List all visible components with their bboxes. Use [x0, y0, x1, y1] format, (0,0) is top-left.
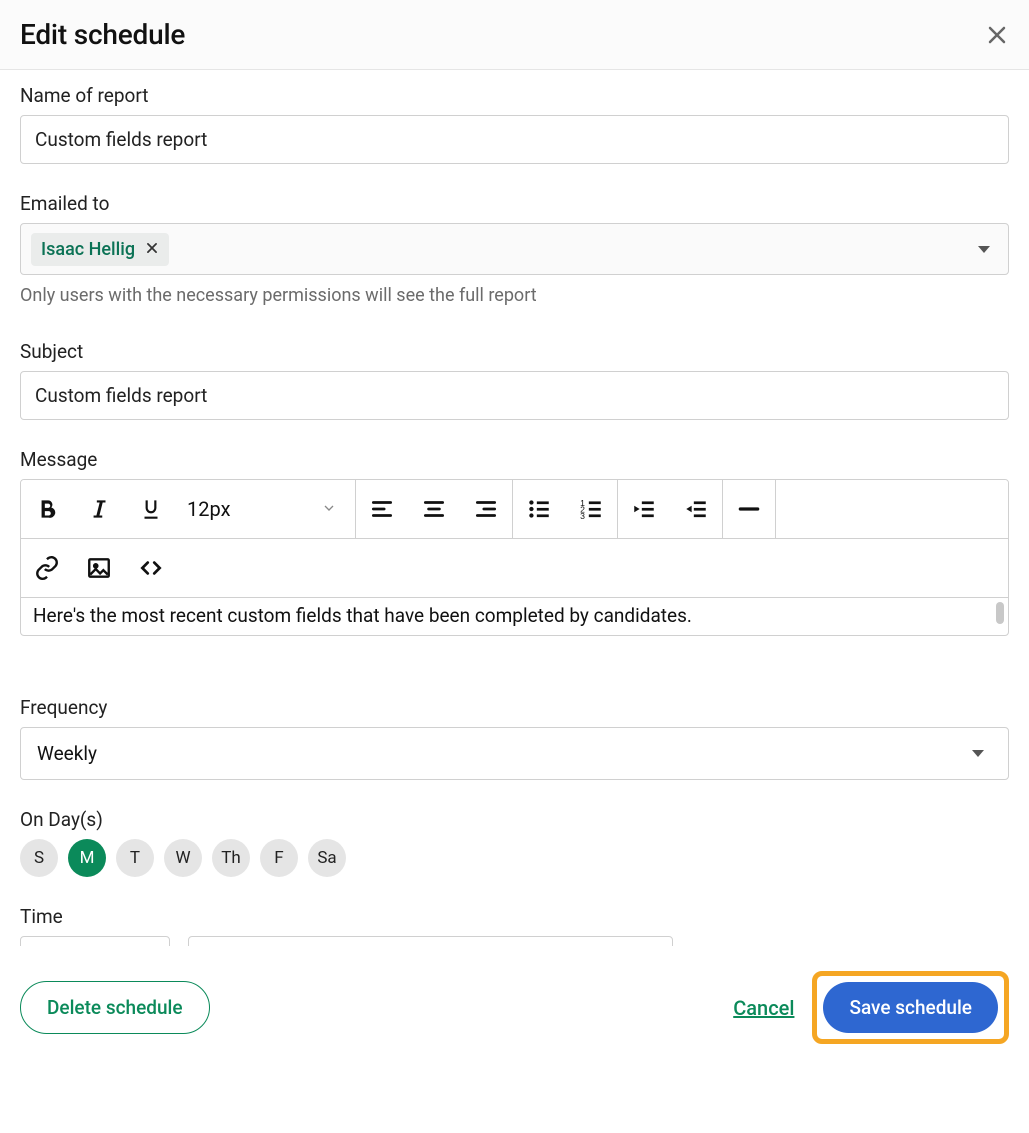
emailed-to-input[interactable]: Isaac Hellig: [20, 223, 1009, 275]
remove-recipient-icon[interactable]: [145, 241, 159, 258]
font-size-value: 12px: [187, 497, 231, 521]
time-select[interactable]: 11:15 a..: [20, 936, 170, 946]
subject-input[interactable]: [20, 371, 1009, 420]
frequency-select[interactable]: Weekly: [20, 727, 1009, 780]
numbered-list-icon[interactable]: 123: [565, 480, 617, 538]
day-toggle[interactable]: Sa: [308, 839, 346, 877]
close-icon[interactable]: [985, 23, 1009, 47]
day-toggle[interactable]: F: [260, 839, 298, 877]
modal-title: Edit schedule: [20, 18, 185, 51]
link-icon[interactable]: [21, 539, 73, 597]
message-label: Message: [20, 448, 1009, 471]
save-schedule-button[interactable]: Save schedule: [823, 982, 998, 1033]
emailed-to-label: Emailed to: [20, 192, 1009, 215]
emailed-to-hint: Only users with the necessary permission…: [20, 285, 1009, 306]
outdent-icon[interactable]: [618, 480, 670, 538]
align-right-icon[interactable]: [460, 480, 512, 538]
day-toggle[interactable]: T: [116, 839, 154, 877]
subject-label: Subject: [20, 340, 1009, 363]
day-toggle[interactable]: Th: [212, 839, 250, 877]
bullet-list-icon[interactable]: [513, 480, 565, 538]
align-center-icon[interactable]: [408, 480, 460, 538]
svg-text:3: 3: [580, 511, 585, 521]
horizontal-rule-icon[interactable]: [723, 480, 775, 538]
cancel-link[interactable]: Cancel: [733, 996, 794, 1020]
recipient-tag: Isaac Hellig: [31, 233, 169, 266]
editor-toolbar-row-2: [21, 539, 1008, 598]
day-toggle[interactable]: W: [164, 839, 202, 877]
time-label: Time: [20, 905, 1009, 928]
days-label: On Day(s): [20, 808, 1009, 831]
bold-icon[interactable]: [21, 480, 73, 538]
chevron-down-icon: [978, 246, 990, 253]
image-icon[interactable]: [73, 539, 125, 597]
days-picker: SMTW Th F Sa: [20, 839, 1009, 877]
chevron-down-icon: [321, 497, 337, 521]
recipient-name: Isaac Hellig: [41, 239, 135, 260]
code-icon[interactable]: [125, 539, 177, 597]
timezone-select[interactable]: (GMT-04:00) Eastern Time (US & Cana…: [188, 936, 673, 946]
italic-icon[interactable]: [73, 480, 125, 538]
name-label: Name of report: [20, 84, 1009, 107]
modal-footer: Delete schedule Cancel Save schedule: [0, 946, 1029, 1070]
underline-icon[interactable]: [125, 480, 177, 538]
name-input[interactable]: [20, 115, 1009, 164]
message-body-input[interactable]: Here's the most recent custom fields tha…: [21, 598, 1008, 635]
scrollbar-thumb[interactable]: [996, 602, 1004, 624]
indent-icon[interactable]: [670, 480, 722, 538]
delete-schedule-button[interactable]: Delete schedule: [20, 981, 210, 1034]
align-left-icon[interactable]: [356, 480, 408, 538]
frequency-label: Frequency: [20, 696, 1009, 719]
font-size-select[interactable]: 12px: [177, 480, 355, 538]
message-editor: 12px: [20, 479, 1009, 636]
editor-toolbar-row-1: 12px: [21, 480, 1008, 539]
chevron-down-icon: [972, 750, 984, 757]
day-toggle[interactable]: M: [68, 839, 106, 877]
modal-header: Edit schedule: [0, 0, 1029, 70]
save-button-highlight: Save schedule: [812, 971, 1009, 1044]
day-toggle[interactable]: S: [20, 839, 58, 877]
message-text: Here's the most recent custom fields tha…: [33, 604, 692, 627]
frequency-value: Weekly: [37, 742, 97, 765]
